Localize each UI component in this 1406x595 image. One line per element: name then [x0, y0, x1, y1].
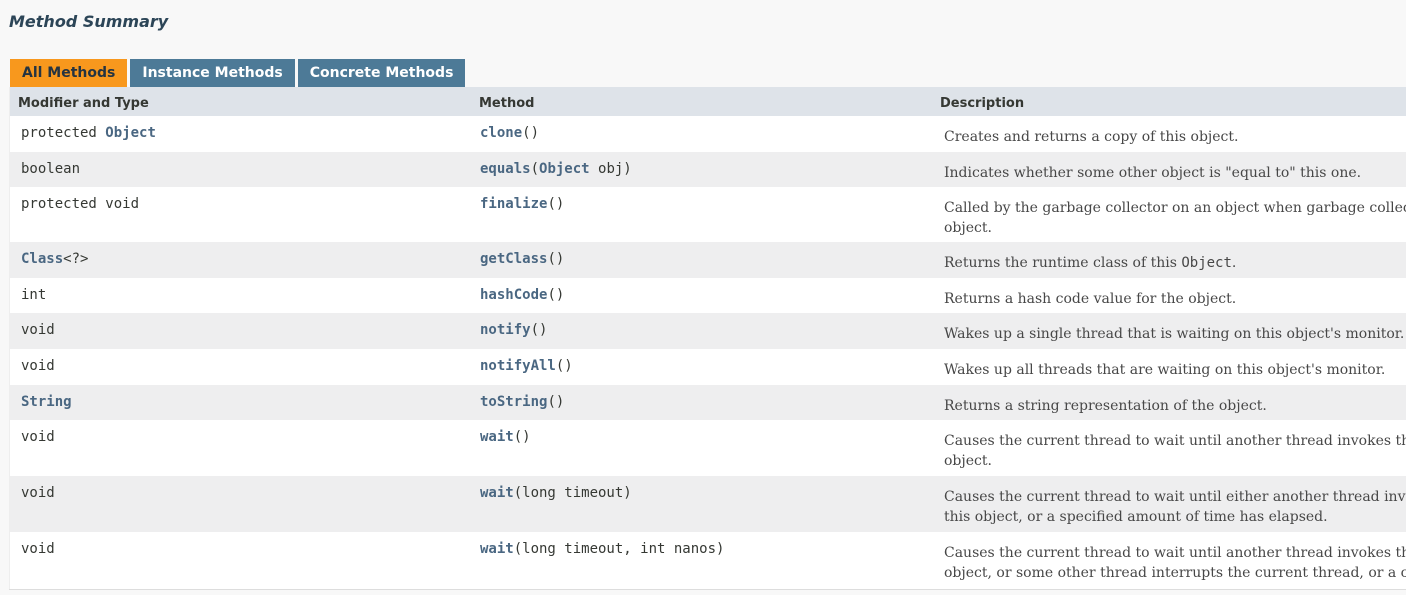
method-signature: wait(): [480, 429, 531, 445]
type-link[interactable]: String: [21, 394, 72, 410]
method-link[interactable]: hashCode: [480, 287, 547, 303]
method-link[interactable]: wait: [480, 541, 514, 557]
method-signature: finalize(): [480, 196, 565, 212]
method-signature: clone(): [480, 125, 540, 141]
modifier-type: protected Object: [21, 125, 156, 141]
method-signature: equals(Object obj): [480, 161, 632, 177]
table-row: void wait(long timeout, int nanos) Cause…: [10, 532, 1406, 589]
table-row: void notify() Wakes up a single thread t…: [10, 313, 1406, 349]
method-link[interactable]: wait: [480, 429, 514, 445]
table-row: String toString() Returns a string repre…: [10, 385, 1406, 420]
column-header-method: Method: [479, 96, 535, 111]
method-link[interactable]: clone: [480, 125, 522, 141]
method-tabs: All Methods Instance Methods Concrete Me…: [10, 59, 468, 87]
modifier-type: void: [21, 358, 55, 374]
modifier-type: void: [21, 485, 55, 501]
method-signature: notifyAll(): [480, 358, 573, 374]
type-link[interactable]: Class: [21, 251, 63, 267]
method-description: Causes the current thread to wait until …: [944, 489, 1406, 525]
modifier-type: boolean: [21, 161, 81, 177]
table-row: Class<?> getClass() Returns the runtime …: [10, 242, 1406, 278]
method-link[interactable]: equals: [480, 161, 531, 177]
table-header: Modifier and Type Method Description: [10, 87, 1406, 116]
tab-all-methods[interactable]: All Methods: [10, 59, 128, 87]
method-signature: getClass(): [480, 251, 565, 267]
table-row: void wait() Causes the current thread to…: [10, 420, 1406, 476]
method-link[interactable]: toString: [480, 394, 547, 410]
method-description: Returns a string representation of the o…: [944, 398, 1267, 414]
method-signature: notify(): [480, 322, 548, 338]
table-row: boolean equals(Object obj) Indicates whe…: [10, 152, 1406, 187]
method-signature: toString(): [480, 394, 565, 410]
table-bottom-divider: [9, 589, 1406, 590]
method-link[interactable]: wait: [480, 485, 514, 501]
method-description: Causes the current thread to wait until …: [944, 545, 1406, 581]
page-title: Method Summary: [9, 12, 169, 31]
method-link[interactable]: notifyAll: [480, 358, 556, 374]
method-link[interactable]: getClass: [480, 251, 547, 267]
modifier-type: protected void: [21, 196, 140, 212]
type-link[interactable]: Object: [539, 161, 590, 177]
method-description: Returns a hash code value for the object…: [944, 291, 1237, 307]
modifier-type: void: [21, 322, 55, 338]
method-link[interactable]: finalize: [480, 196, 547, 212]
column-header-type: Modifier and Type: [18, 96, 149, 111]
modifier-type: int: [21, 287, 47, 303]
table-row: int hashCode() Returns a hash code value…: [10, 278, 1406, 313]
column-header-description: Description: [940, 96, 1025, 111]
modifier-type: void: [21, 541, 55, 557]
table-row: void wait(long timeout) Causes the curre…: [10, 476, 1406, 532]
method-description: Returns the runtime class of this Object…: [944, 255, 1237, 271]
method-description: Wakes up a single thread that is waiting…: [944, 326, 1405, 342]
method-description: Causes the current thread to wait until …: [944, 433, 1406, 469]
method-signature: hashCode(): [480, 287, 565, 303]
method-summary-table: Modifier and Type Method Description pro…: [9, 87, 1406, 589]
method-signature: wait(long timeout): [480, 485, 632, 501]
method-link[interactable]: notify: [480, 322, 531, 338]
method-description: Called by the garbage collector on an ob…: [944, 200, 1406, 236]
method-signature: wait(long timeout, int nanos): [480, 541, 725, 557]
table-row: void notifyAll() Wakes up all threads th…: [10, 349, 1406, 385]
code-literal: Object: [1181, 255, 1232, 271]
type-link[interactable]: Object: [105, 125, 156, 141]
modifier-type: void: [21, 429, 55, 445]
method-description: Wakes up all threads that are waiting on…: [944, 362, 1386, 378]
tab-instance-methods[interactable]: Instance Methods: [130, 59, 295, 87]
method-description: Indicates whether some other object is "…: [944, 165, 1362, 181]
method-description: Creates and returns a copy of this objec…: [944, 129, 1239, 145]
table-row: protected Object clone() Creates and ret…: [10, 116, 1406, 152]
table-row: protected void finalize() Called by the …: [10, 187, 1406, 242]
modifier-type: Class<?>: [21, 251, 89, 267]
tab-concrete-methods[interactable]: Concrete Methods: [297, 59, 466, 87]
modifier-type: String: [21, 394, 72, 410]
